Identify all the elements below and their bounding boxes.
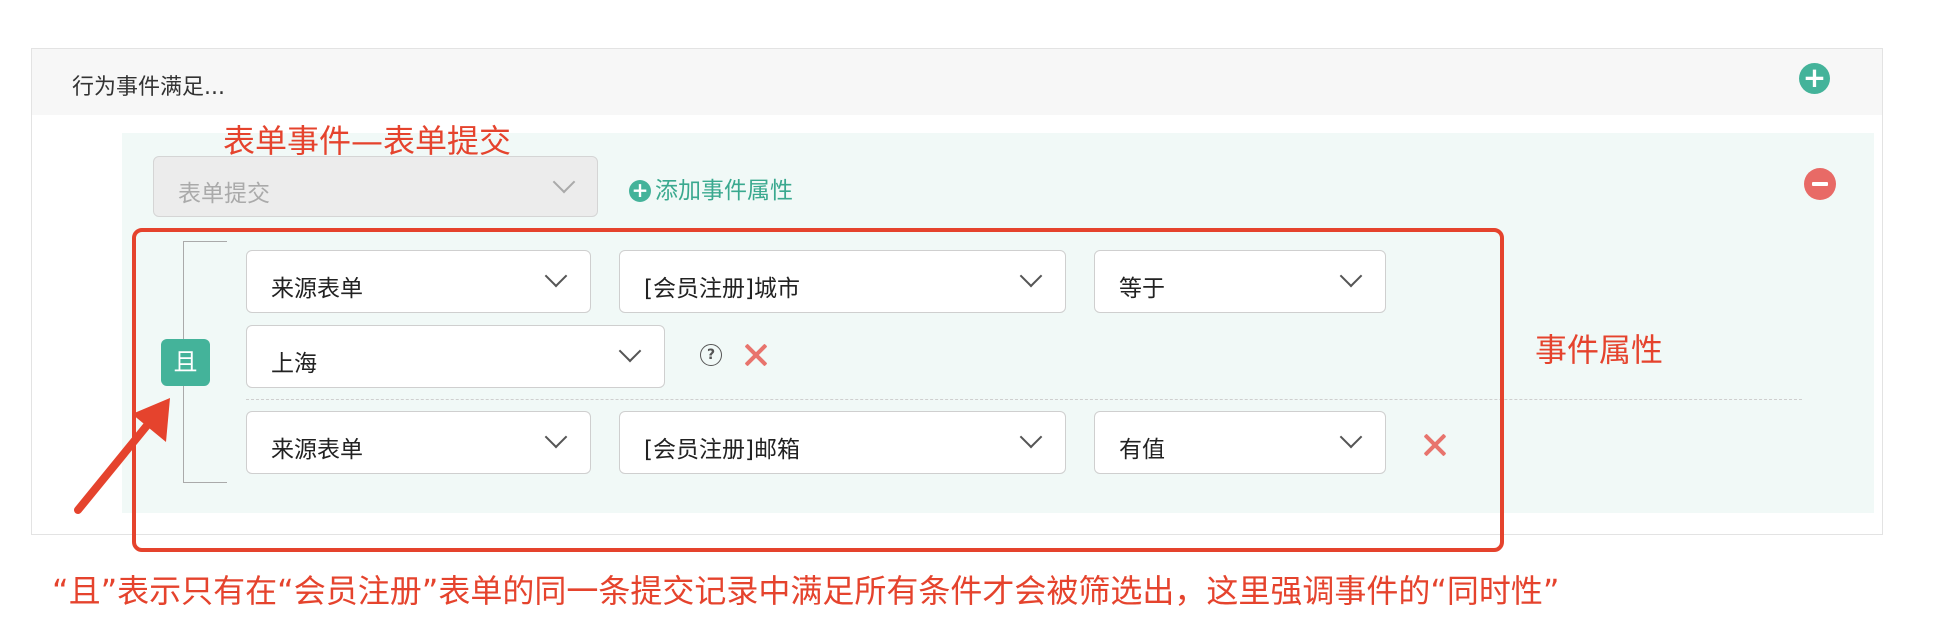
annotation-side: 事件属性 [1535,331,1664,369]
panel-title: 行为事件满足... [72,75,225,100]
annotation-frame [132,228,1504,552]
add-circle-icon[interactable]: + [1799,63,1830,94]
add-event-attribute-label: 添加事件属性 [655,178,793,204]
event-select-value: 表单提交 [178,181,270,207]
panel-header: 行为事件满足... + [32,49,1882,115]
add-circle-icon: + [629,180,651,202]
remove-circle-icon[interactable] [1804,168,1836,200]
arrow-icon [74,398,170,514]
annotation-bottom: “且”表示只有在“会员注册”表单的同一条提交记录中满足所有条件才会被筛选出，这里… [52,572,1560,610]
event-select[interactable]: 表单提交 [153,156,598,217]
add-event-attribute-button[interactable]: + 添加事件属性 [629,171,793,205]
chevron-down-icon [552,170,576,194]
annotation-title: 表单事件—表单提交 [223,122,512,160]
